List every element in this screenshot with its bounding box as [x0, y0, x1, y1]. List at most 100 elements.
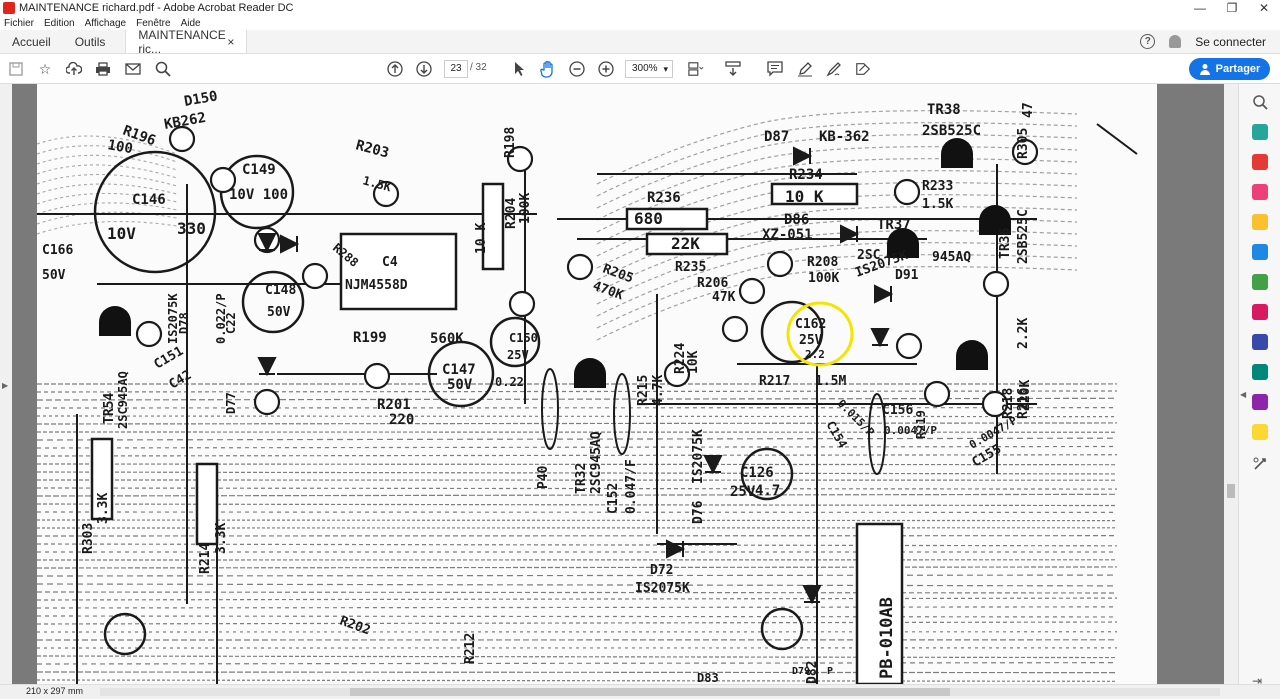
schematic-label: R217 [759, 374, 790, 389]
schematic-label: 25V [507, 348, 529, 362]
send-for-signature-icon[interactable] [1252, 394, 1268, 410]
page-layout-icon[interactable] [688, 61, 704, 77]
schematic-label: KB262 [163, 110, 207, 133]
schematic-label: 3.3K [96, 493, 111, 524]
close-window-icon[interactable]: ✕ [1248, 1, 1280, 15]
menu-fichier[interactable]: Fichier [4, 18, 34, 29]
bookmark-star-icon[interactable]: ☆ [37, 61, 53, 77]
restore-icon[interactable]: ❐ [1216, 1, 1248, 15]
schematic-label: 680 [634, 209, 663, 228]
schematic-label: 10 K [785, 187, 824, 206]
capacitor-body [103, 612, 147, 656]
solder-pad [766, 250, 794, 278]
more-tools-icon[interactable] [1252, 456, 1268, 472]
zoom-search-icon[interactable] [1252, 94, 1268, 110]
hatch-line [37, 437, 1118, 441]
schematic-label: 0.22 [495, 375, 524, 389]
schematic-label: R204 [504, 198, 519, 229]
zoom-in-icon[interactable] [598, 61, 614, 77]
create-pdf-icon[interactable] [1252, 154, 1268, 170]
expand-left-panel-icon[interactable]: ▶ [2, 381, 8, 390]
schematic-label: D79 [792, 666, 810, 677]
upload-cloud-icon[interactable] [66, 61, 82, 77]
fill-sign-icon[interactable] [855, 61, 871, 77]
notification-bell-icon[interactable] [1169, 35, 1182, 48]
tab-bar: Accueil Outils MAINTENANCE ric... × ? Se… [0, 28, 1280, 56]
schematic-label: R206 [697, 276, 728, 291]
combine-files-icon[interactable] [1252, 244, 1268, 260]
schematic-label: 2.2 [805, 348, 825, 361]
schematic-label: R219 [914, 410, 928, 439]
solder-pad [135, 320, 163, 348]
protect-icon[interactable] [1252, 334, 1268, 350]
schematic-label: 10V 100 [229, 187, 288, 203]
hatch-line [37, 397, 1118, 401]
previous-page-icon[interactable] [387, 61, 403, 77]
select-cursor-icon[interactable] [511, 61, 527, 77]
highlight-pen-icon[interactable] [797, 61, 813, 77]
share-button-label: Partager [1215, 63, 1261, 75]
comment-icon[interactable] [767, 61, 783, 77]
scrollbar-thumb[interactable] [1227, 484, 1235, 498]
hatch-line [37, 679, 1118, 682]
hatch-line [37, 662, 1118, 665]
scan-ocr-icon[interactable] [1252, 364, 1268, 380]
solder-pad [301, 262, 329, 290]
schematic-label: 330 [177, 219, 206, 238]
schematic-label: C146 [132, 192, 166, 208]
schematic-label: D83 [697, 671, 719, 684]
page-number-input[interactable]: 23 [444, 60, 468, 78]
schematic-label: C156 [882, 403, 913, 418]
organize-pages-icon[interactable] [1252, 184, 1268, 200]
schematic-label: 3.3K [214, 523, 229, 554]
menu-edition[interactable]: Edition [44, 18, 75, 29]
edit-pdf-icon[interactable] [1252, 274, 1268, 290]
schematic-label: 50V [267, 305, 291, 320]
vertical-scrollbar[interactable] [1224, 84, 1238, 684]
schematic-label: P [827, 666, 833, 677]
schematic-label: C166 [42, 243, 73, 258]
schematic-label: P40 [536, 465, 551, 489]
tab-document[interactable]: MAINTENANCE ric... × [125, 28, 248, 56]
hand-tool-icon[interactable] [540, 60, 556, 78]
draw-freeform-icon[interactable] [826, 61, 842, 77]
tab-tools[interactable]: Outils [63, 30, 118, 53]
search-icon[interactable] [155, 61, 171, 77]
schematic-label: R199 [353, 330, 387, 346]
horizontal-scroll-thumb[interactable] [350, 688, 950, 696]
export-pdf-icon[interactable] [1252, 124, 1268, 140]
menu-affichage[interactable]: Affichage [85, 18, 127, 29]
help-icon[interactable]: ? [1140, 34, 1156, 49]
next-page-icon[interactable] [416, 61, 432, 77]
tab-close-icon[interactable]: × [227, 35, 234, 49]
hatch-line [37, 415, 1118, 418]
resistor-body [339, 232, 458, 311]
email-icon[interactable] [125, 61, 141, 77]
schematic-label: IS2075K [635, 581, 690, 596]
minimize-icon[interactable]: — [1184, 1, 1216, 15]
user-icon [1199, 64, 1210, 75]
schematic-label: IS2075K [691, 429, 706, 484]
transistor [941, 138, 973, 168]
transistor [99, 306, 131, 336]
send-track-icon[interactable] [1252, 424, 1268, 440]
zoom-level-select[interactable]: 300% [625, 60, 673, 78]
document-view[interactable]: D150 KB262 R196 100 C146 10V 330 C149 10V 100 R20… [12, 84, 1224, 684]
print-icon[interactable] [95, 61, 111, 77]
scroll-mode-icon[interactable] [725, 61, 741, 77]
tab-home[interactable]: Accueil [0, 30, 63, 53]
zoom-out-icon[interactable] [569, 61, 585, 77]
horizontal-scrollbar[interactable] [100, 688, 1220, 696]
schematic-label: C147 [442, 362, 476, 378]
schematic-label: C149 [242, 162, 276, 178]
hatch-line [37, 583, 1118, 587]
schematic-label: NJM4558D [345, 278, 408, 293]
comment-tool-icon[interactable] [1252, 214, 1268, 230]
sign-in-link[interactable]: Se connecter [1195, 35, 1266, 49]
collapse-right-panel-icon[interactable]: ◀ [1240, 386, 1248, 402]
save-icon[interactable] [8, 61, 24, 77]
fill-sign-tool-icon[interactable] [1252, 304, 1268, 320]
share-button[interactable]: Partager [1189, 58, 1270, 80]
left-panel-toggle[interactable]: ▶ [0, 84, 12, 684]
solder-pad [508, 290, 536, 318]
